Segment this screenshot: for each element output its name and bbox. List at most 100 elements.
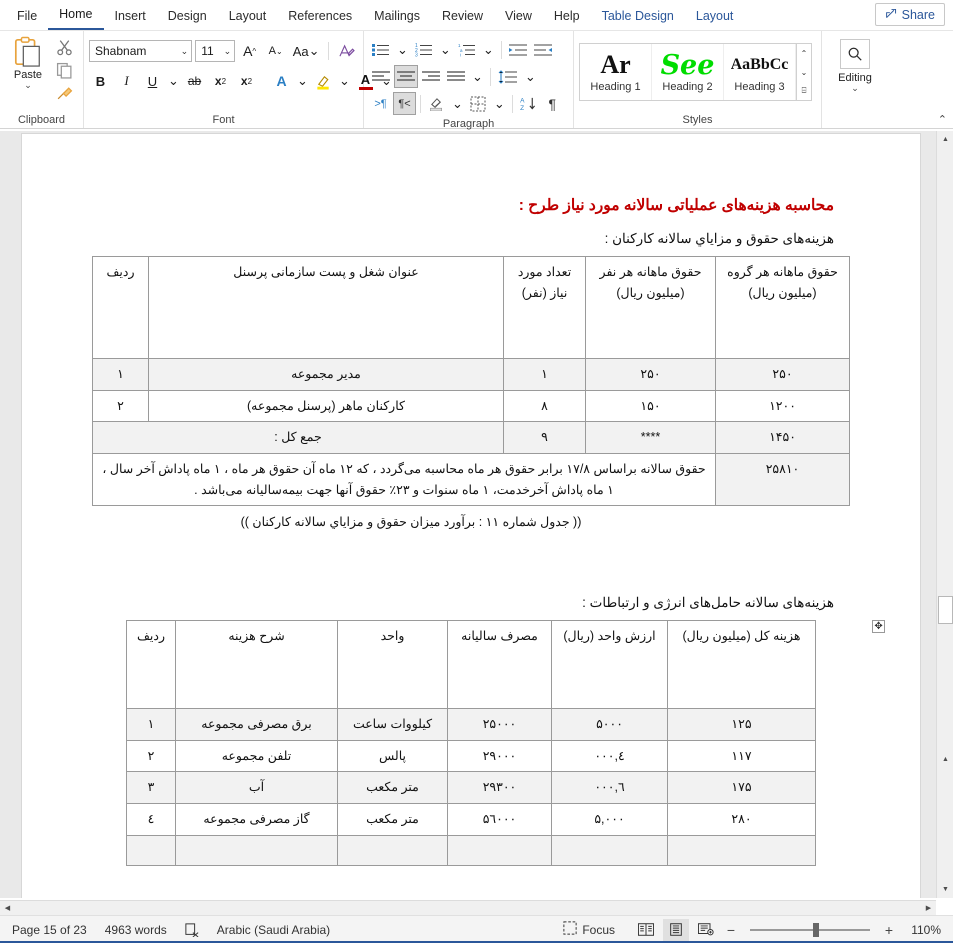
styles-gallery[interactable]: Ar Heading 1 See Heading 2 AaBbCc Headin… bbox=[579, 43, 812, 101]
table-row[interactable]: ۲۵۰ ۲۵۰ ۱ مدیر مجموعه ۱ bbox=[92, 358, 850, 391]
table-row[interactable]: ۱۱۷ ٤,۰۰۰ ۲۹۰۰۰ پالس تلفن مجموعه ۲ bbox=[126, 739, 816, 773]
multilevel-list-button[interactable]: 1ai bbox=[455, 38, 479, 61]
zoom-out-button[interactable]: − bbox=[723, 922, 739, 938]
numbering-chevron-down-icon[interactable]: ⌄ bbox=[437, 38, 454, 61]
table-total-row[interactable]: ۱۴۵۰ **** ۹ جمع کل : bbox=[92, 421, 850, 454]
ltr-text-direction-button[interactable]: >¶ bbox=[369, 92, 392, 115]
tab-table-design[interactable]: Table Design bbox=[591, 4, 685, 30]
text-highlight-color-button[interactable] bbox=[312, 70, 335, 93]
italic-button[interactable]: I bbox=[115, 70, 138, 93]
scroll-right-arrow-icon[interactable]: ▶ bbox=[921, 901, 936, 916]
tab-review[interactable]: Review bbox=[431, 4, 494, 30]
zoom-slider[interactable] bbox=[750, 922, 870, 937]
bullets-button[interactable] bbox=[369, 38, 393, 61]
previous-page-button[interactable]: ▲ bbox=[937, 751, 953, 768]
focus-mode-button[interactable]: Focus bbox=[563, 921, 615, 938]
rtl-text-direction-button[interactable]: ¶< bbox=[393, 92, 416, 115]
table-row[interactable]: ۱۲۰۰ ۱۵۰ ۸ کارکنان ماهر (پرسنل مجموعه) ۲ bbox=[92, 389, 850, 423]
subscript-button[interactable]: x2 bbox=[209, 70, 232, 93]
vertical-scroll-thumb[interactable] bbox=[938, 596, 953, 624]
bold-button[interactable]: B bbox=[89, 70, 112, 93]
read-mode-view-button[interactable] bbox=[633, 919, 659, 941]
underline-button[interactable]: U bbox=[141, 70, 164, 93]
shading-chevron-down-icon[interactable]: ⌄ bbox=[449, 92, 466, 115]
tab-insert[interactable]: Insert bbox=[104, 4, 157, 30]
text-effects-button[interactable]: A bbox=[270, 70, 293, 93]
strikethrough-button[interactable]: ab bbox=[183, 70, 206, 93]
tab-home[interactable]: Home bbox=[48, 2, 104, 30]
font-size-combo[interactable]: 11 ⌄ bbox=[195, 40, 236, 62]
editing-button[interactable]: Editing ⌄ bbox=[827, 34, 883, 112]
borders-button[interactable] bbox=[467, 92, 490, 115]
highlight-chevron-down-icon[interactable]: ⌄ bbox=[338, 70, 351, 93]
zoom-slider-thumb[interactable] bbox=[813, 922, 819, 937]
share-button[interactable]: Share bbox=[874, 3, 945, 26]
multilevel-chevron-down-icon[interactable]: ⌄ bbox=[480, 38, 497, 61]
text-effects-chevron-down-icon[interactable]: ⌄ bbox=[296, 70, 309, 93]
line-spacing-chevron-down-icon[interactable]: ⌄ bbox=[522, 65, 539, 88]
vertical-scrollbar[interactable]: ▲ ▲ ▼ bbox=[936, 131, 953, 898]
cut-icon[interactable] bbox=[54, 37, 74, 57]
tab-table-layout[interactable]: Layout bbox=[685, 4, 745, 30]
bullets-chevron-down-icon[interactable]: ⌄ bbox=[394, 38, 411, 61]
paste-button[interactable]: Paste ⌄ bbox=[5, 34, 51, 112]
table-row[interactable]: ۱۲۵ ۵۰۰۰ ۲۵۰۰۰ کیلووات ساعت برق مصرفی مج… bbox=[126, 708, 816, 741]
word-count[interactable]: 4963 words bbox=[105, 923, 167, 937]
salary-table[interactable]: حقوق ماهانه هر گروه (میلیون ریال) حقوق م… bbox=[92, 256, 850, 507]
increase-indent-button[interactable] bbox=[531, 38, 555, 61]
shrink-font-button[interactable]: A ⌄ bbox=[264, 40, 287, 63]
chevron-down-icon[interactable]: ⌄ bbox=[24, 81, 32, 90]
grow-font-button[interactable]: A ^ bbox=[238, 40, 261, 63]
language-indicator[interactable]: Arabic (Saudi Arabia) bbox=[217, 923, 330, 937]
shading-button[interactable] bbox=[425, 92, 448, 115]
tab-help[interactable]: Help bbox=[543, 4, 591, 30]
decrease-indent-button[interactable] bbox=[506, 38, 530, 61]
document-canvas[interactable]: محاسبه هزینه‌های عملیاتی سالانه مورد نیا… bbox=[0, 131, 953, 898]
energy-cost-table[interactable]: هزینه کل (میلیون ریال) ارزش واحد (ریال) … bbox=[126, 620, 816, 866]
chevron-down-icon[interactable]: ⌄ bbox=[851, 84, 859, 93]
tab-view[interactable]: View bbox=[494, 4, 543, 30]
collapse-ribbon-button[interactable]: ⌃ bbox=[938, 113, 947, 126]
borders-chevron-down-icon[interactable]: ⌄ bbox=[491, 92, 508, 115]
align-left-button[interactable] bbox=[369, 65, 393, 88]
clear-formatting-button[interactable] bbox=[335, 40, 358, 63]
style-heading-1[interactable]: Ar Heading 1 bbox=[580, 44, 652, 100]
print-layout-view-button[interactable] bbox=[663, 918, 689, 941]
numbering-button[interactable]: 123 bbox=[412, 38, 436, 61]
table-row[interactable]: ۱۷۵ ٦,۰۰۰ ۲۹۳۰۰ متر مکعب آب ۳ bbox=[126, 771, 816, 804]
line-spacing-button[interactable] bbox=[495, 65, 521, 88]
copy-icon[interactable] bbox=[54, 60, 74, 80]
align-center-button[interactable] bbox=[394, 65, 418, 88]
sort-button[interactable]: AZ bbox=[517, 92, 540, 115]
table-row-partial[interactable] bbox=[126, 834, 816, 866]
zoom-level[interactable]: 110% bbox=[901, 923, 941, 937]
style-heading-3[interactable]: AaBbCc Heading 3 bbox=[724, 44, 796, 100]
document-page[interactable]: محاسبه هزینه‌های عملیاتی سالانه مورد نیا… bbox=[22, 134, 920, 898]
tab-layout[interactable]: Layout bbox=[218, 4, 278, 30]
align-right-button[interactable] bbox=[419, 65, 443, 88]
proofing-errors-icon[interactable] bbox=[185, 922, 199, 937]
tab-references[interactable]: References bbox=[277, 4, 363, 30]
table-row[interactable]: ۲۸۰ ۵,۰۰۰ ۵٦۰۰۰ متر مکعب گاز مصرفی مجموع… bbox=[126, 803, 816, 836]
scroll-up-arrow-icon[interactable]: ▲ bbox=[937, 131, 953, 148]
gallery-more-icon[interactable]: ⌹ bbox=[797, 82, 811, 100]
table-move-handle-icon[interactable]: ✥ bbox=[872, 620, 885, 634]
scroll-left-arrow-icon[interactable]: ◀ bbox=[0, 901, 15, 916]
gallery-scroll-down-icon[interactable]: ⌄ bbox=[797, 63, 811, 81]
gallery-scroll-up-icon[interactable]: ⌃ bbox=[797, 44, 811, 62]
font-name-combo[interactable]: Shabnam ⌄ bbox=[89, 40, 193, 62]
zoom-in-button[interactable]: + bbox=[881, 922, 897, 938]
table-note-row[interactable]: ۲۵۸۱۰ حقوق سالانه براساس ۱۷/۸ برابر حقوق… bbox=[92, 452, 850, 507]
horizontal-scrollbar[interactable]: ◀ ▶ bbox=[0, 900, 936, 915]
tab-file[interactable]: File bbox=[6, 4, 48, 30]
justify-chevron-down-icon[interactable]: ⌄ bbox=[469, 65, 486, 88]
justify-button[interactable] bbox=[444, 65, 468, 88]
page-indicator[interactable]: Page 15 of 23 bbox=[12, 923, 87, 937]
scroll-down-arrow-icon[interactable]: ▼ bbox=[937, 881, 953, 898]
tab-design[interactable]: Design bbox=[157, 4, 218, 30]
web-layout-view-button[interactable] bbox=[693, 919, 719, 941]
change-case-button[interactable]: Aa ⌄ bbox=[290, 40, 322, 63]
styles-gallery-scrollbar[interactable]: ⌃ ⌄ ⌹ bbox=[796, 44, 811, 100]
style-heading-2[interactable]: See Heading 2 bbox=[652, 44, 724, 100]
underline-chevron-down-icon[interactable]: ⌄ bbox=[167, 70, 180, 93]
